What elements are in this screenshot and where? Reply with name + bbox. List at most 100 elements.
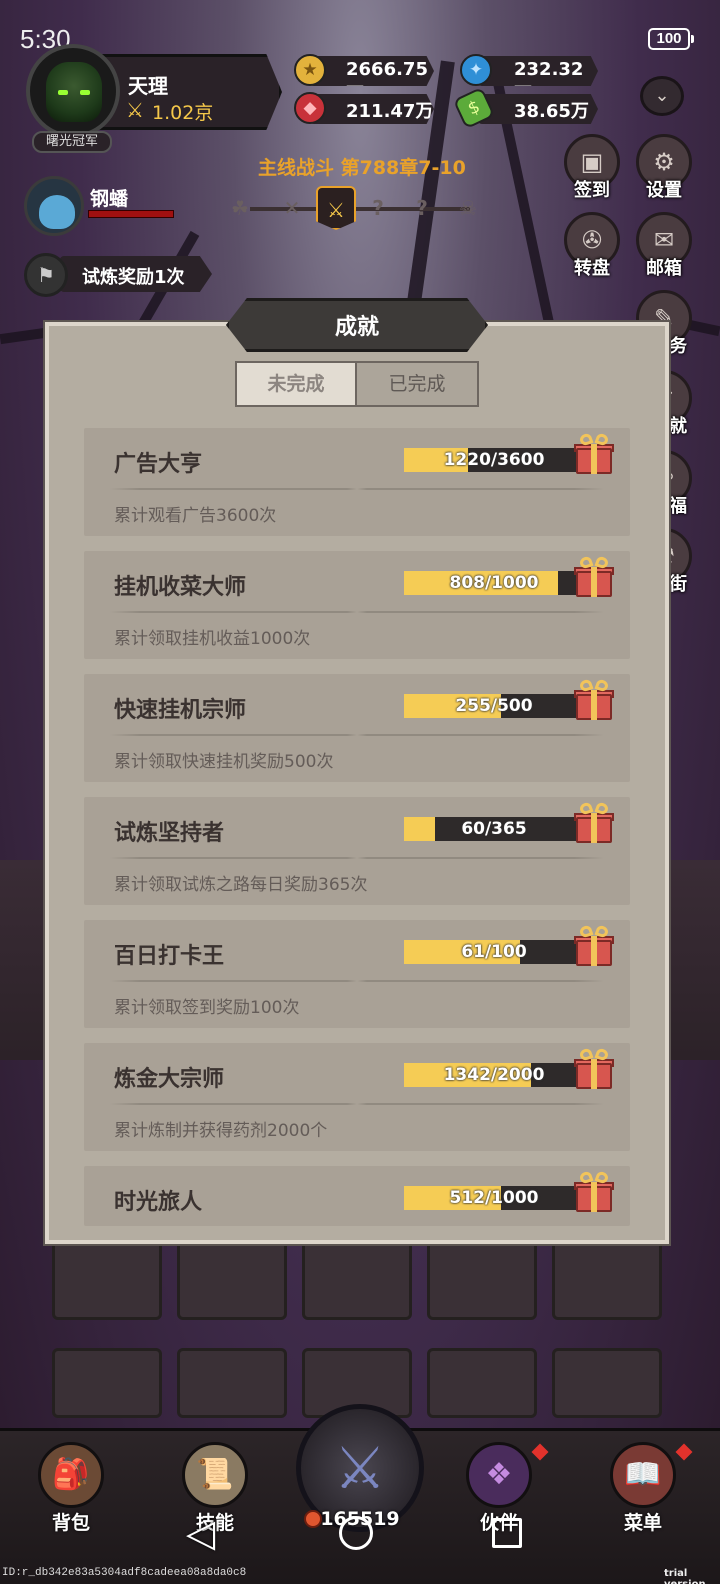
achievement-progress-text: 808/1000 xyxy=(449,573,539,593)
mail-icon: ✉ xyxy=(653,226,675,254)
mail-label: 邮箱 xyxy=(646,258,682,279)
achievement-description: 累计领取签到奖励100次 xyxy=(114,998,300,1018)
achievement-progress-text: 60/365 xyxy=(461,819,527,839)
achievement-progress-text: 255/500 xyxy=(455,696,533,716)
battery-icon: 100 xyxy=(648,28,694,50)
inventory-grid-background xyxy=(40,1230,680,1420)
stage-node-unknown-icon: ? xyxy=(372,196,384,220)
achievement-progress-bar: 1220/3600 xyxy=(404,448,594,472)
skill-scroll-icon: 📜 xyxy=(182,1442,248,1508)
achievement-title: 挂机收菜大师 xyxy=(114,575,247,600)
currency-cash[interactable]: 38.65万 xyxy=(478,94,598,124)
achievement-title: 试炼坚持者 xyxy=(114,821,225,846)
achievement-progress-bar: 255/500 xyxy=(404,694,594,718)
stage-node-current-icon[interactable]: ⚔ xyxy=(316,186,356,230)
achievement-progress-bar: 1342/2000 xyxy=(404,1063,594,1087)
achievement-description: 累计领取试炼之路每日奖励365次 xyxy=(114,875,368,895)
menu-book-icon: 📖 xyxy=(610,1442,676,1508)
stage-node-skull-icon: ☠ xyxy=(459,196,477,220)
achievement-progress-bar: 60/365 xyxy=(404,817,594,841)
achievement-title: 炼金大宗师 xyxy=(114,1067,225,1092)
gift-box-icon[interactable] xyxy=(574,678,614,722)
achievement-card: 时光旅人 512/1000 xyxy=(84,1166,630,1226)
achievement-title: 快速挂机宗师 xyxy=(114,698,247,723)
crossed-swords-icon: ⚔ xyxy=(334,1434,386,1502)
currency-red-gem-value: 211.47万 xyxy=(346,101,434,122)
nav-menu-label: 菜单 xyxy=(623,1512,662,1534)
calendar-icon: ▣ xyxy=(580,148,604,176)
gift-box-icon[interactable] xyxy=(574,555,614,599)
pet-avatar[interactable] xyxy=(24,176,84,236)
achievement-card: 挂机收菜大师累计领取挂机收益1000次 808/1000 xyxy=(84,551,630,659)
pet-health-bar xyxy=(88,210,174,218)
achievement-card: 快速挂机宗师 累计领取快速挂机奖励500次 255/500 xyxy=(84,674,630,782)
nav-menu[interactable]: 📖 菜单 xyxy=(598,1442,693,1542)
wheel-label: 转盘 xyxy=(574,258,610,279)
achievement-divider xyxy=(110,980,604,982)
achievement-progress-text: 61/100 xyxy=(461,942,527,962)
achievement-title: 时光旅人 xyxy=(114,1190,203,1215)
achievement-divider xyxy=(110,488,604,490)
stage-title: 主线战斗 第788章7-10 xyxy=(258,157,466,179)
achievement-tabs: 未完成 已完成 xyxy=(235,361,479,407)
achievement-title: 广告大亨 xyxy=(114,452,203,477)
gift-box-icon[interactable] xyxy=(574,432,614,476)
trial-version-watermark: trial version xyxy=(664,1568,706,1584)
pet-name: 钢蟠 xyxy=(90,188,129,210)
stage-node-unknown-icon: ? xyxy=(416,196,428,220)
settings-label: 设置 xyxy=(646,180,682,201)
partner-wings-icon: ❖ xyxy=(466,1442,532,1508)
debug-id: ID:r_db342e83a5304adf8cadeea08a8da0c8 xyxy=(2,1567,247,1579)
stage-progress-nodes: ☘ ✕ ⚔ ? ? ☠ xyxy=(220,186,500,232)
achievement-card: 百日打卡王累计领取签到奖励100次 61/100 xyxy=(84,920,630,1028)
system-back-button[interactable]: ◁ xyxy=(186,1514,215,1552)
achievement-divider xyxy=(110,1103,604,1105)
currency-blue-gem[interactable]: 232.32万 xyxy=(478,56,598,86)
achievement-divider xyxy=(110,857,604,859)
red-gem-icon: ◆ xyxy=(294,92,326,124)
player-avatar[interactable] xyxy=(26,44,120,138)
player-name: 天理 xyxy=(128,74,168,98)
achievement-card: 炼金大宗师 累计炼制并获得药剂2000个 1342/2000 xyxy=(84,1043,630,1151)
expand-chevron-button[interactable]: ⌄ xyxy=(640,76,684,116)
player-title-badge: 曙光冠军 xyxy=(32,131,112,153)
gold-coin-icon: ★ xyxy=(294,54,326,86)
sign-in-label: 签到 xyxy=(574,180,610,201)
tab-incomplete[interactable]: 未完成 xyxy=(237,363,357,405)
backpack-icon: 🎒 xyxy=(38,1442,104,1508)
player-power: 1.02京 xyxy=(152,102,214,124)
trial-reward-label: 试炼奖励1次 xyxy=(82,267,185,288)
currency-gold[interactable]: 2666.75万 xyxy=(310,56,434,86)
tab-completed[interactable]: 已完成 xyxy=(357,363,477,405)
achievement-description: 累计领取挂机收益1000次 xyxy=(114,629,311,649)
gift-box-icon[interactable] xyxy=(574,1047,614,1091)
flag-icon[interactable]: ⚑ xyxy=(24,253,68,297)
achievement-card: 广告大亨累计观看广告3600次 1220/3600 xyxy=(84,428,630,536)
nav-backpack[interactable]: 🎒 背包 xyxy=(26,1442,116,1542)
achievement-progress-text: 1220/3600 xyxy=(443,450,545,470)
achievement-card: 试炼坚持者累计领取试炼之路每日奖励365次 60/365 xyxy=(84,797,630,905)
currency-red-gem[interactable]: 211.47万 xyxy=(310,94,434,124)
gift-box-icon[interactable] xyxy=(574,1170,614,1214)
currency-cash-value: 38.65万 xyxy=(514,101,589,122)
wheel-icon: ✇ xyxy=(581,226,603,254)
achievement-progress-text: 512/1000 xyxy=(449,1188,539,1208)
chevron-down-icon: ⌄ xyxy=(654,85,670,106)
gift-box-icon[interactable] xyxy=(574,801,614,845)
gift-box-icon[interactable] xyxy=(574,924,614,968)
achievement-progress-bar: 808/1000 xyxy=(404,571,594,595)
system-recents-button[interactable] xyxy=(492,1518,522,1548)
crossed-swords-icon: ⚔ xyxy=(126,98,144,122)
nav-backpack-label: 背包 xyxy=(51,1512,90,1534)
achievement-divider xyxy=(110,734,604,736)
stage-node-boss-icon: ☘ xyxy=(231,196,249,220)
system-home-button[interactable] xyxy=(339,1516,373,1550)
gear-icon: ⚙ xyxy=(653,148,675,176)
achievement-description: 累计观看广告3600次 xyxy=(114,506,277,526)
achievement-title: 百日打卡王 xyxy=(114,944,225,969)
blue-gem-icon: ✦ xyxy=(460,54,492,86)
achievement-progress-text: 1342/2000 xyxy=(443,1065,545,1085)
achievement-progress-bar: 61/100 xyxy=(404,940,594,964)
panel-title: 成就 xyxy=(334,315,379,340)
achievement-progress-bar: 512/1000 xyxy=(404,1186,594,1210)
